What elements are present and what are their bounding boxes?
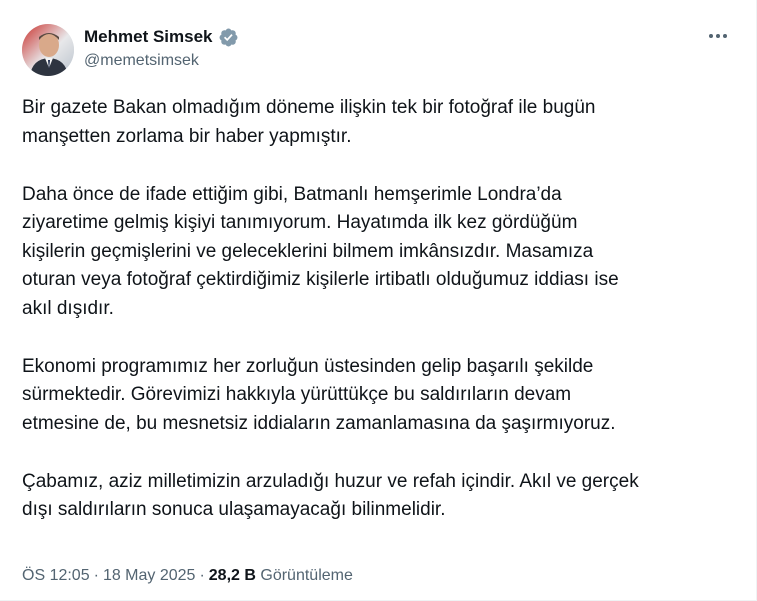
tweet-paragraph: Bir gazete Bakan olmadığım döneme ilişki… [22, 94, 734, 151]
more-options-button[interactable] [704, 26, 732, 46]
tweet-meta: ÖS 12:05 · 18 May 2025 · 28,2 B Görüntüleme [22, 566, 353, 586]
tweet-paragraph: Daha önce de ifade ettiğim gibi, Batmanl… [22, 181, 734, 324]
tweet-text: Bir gazete Bakan olmadığım döneme ilişki… [22, 94, 734, 525]
tweet-line: manşetten zorlama bir haber yapmıştır. [22, 125, 352, 147]
tweet-card: Mehmet Simsek @memetsimsek Bir gazete Ba… [0, 0, 757, 601]
tweet-line: dışı saldırıların sonuca ulaşamayacağı b… [22, 499, 446, 520]
meta-separator: · [199, 567, 205, 584]
tweet-time-link[interactable]: ÖS 12:05 · 18 May 2025 [22, 567, 195, 584]
tweet-line: Ekonomi programımız her zorluğun üstesin… [22, 355, 594, 377]
tweet-line: kişilerin geçmişlerini ve geleceklerini … [22, 240, 594, 262]
views-count: 28,2 B [208, 567, 256, 584]
more-horizontal-icon [709, 34, 727, 38]
tweet-line: sürmektedir. Görevimizi hakkıyla yürüttü… [22, 384, 572, 405]
tweet-paragraph: Çabamız, aziz milletimizin arzuladığı hu… [22, 468, 734, 525]
meta-separator: · [93, 567, 99, 584]
author-avatar[interactable] [22, 24, 74, 76]
tweet-line: Bir gazete Bakan olmadığım döneme ilişki… [22, 97, 596, 118]
views-label: Görüntüleme [260, 567, 353, 584]
author-name-row: Mehmet Simsek [84, 26, 239, 48]
tweet-line: akıl dışıdır. [22, 297, 114, 319]
tweet-time: ÖS 12:05 [22, 567, 90, 584]
tweet-line: Çabamız, aziz milletimizin arzuladığı hu… [22, 470, 639, 492]
tweet-line: Daha önce de ifade ettiğim gibi, Batmanl… [22, 183, 562, 205]
tweet-date: 18 May 2025 [102, 567, 196, 584]
verified-badge-icon[interactable] [218, 27, 239, 48]
author-display-name[interactable]: Mehmet Simsek [84, 26, 213, 48]
tweet-paragraph: Ekonomi programımız her zorluğun üstesin… [22, 353, 734, 439]
tweet-line: oturan veya fotoğraf çektirdiğimiz kişil… [22, 269, 619, 290]
avatar-portrait-icon [22, 24, 74, 76]
tweet-line: ziyaretime gelmiş kişiyi tanımıyorum. Ha… [22, 212, 578, 233]
tweet-line: etmesine de, bu mesnetsiz iddiaların zam… [22, 412, 616, 434]
author-handle[interactable]: @memetsimsek [84, 51, 199, 71]
